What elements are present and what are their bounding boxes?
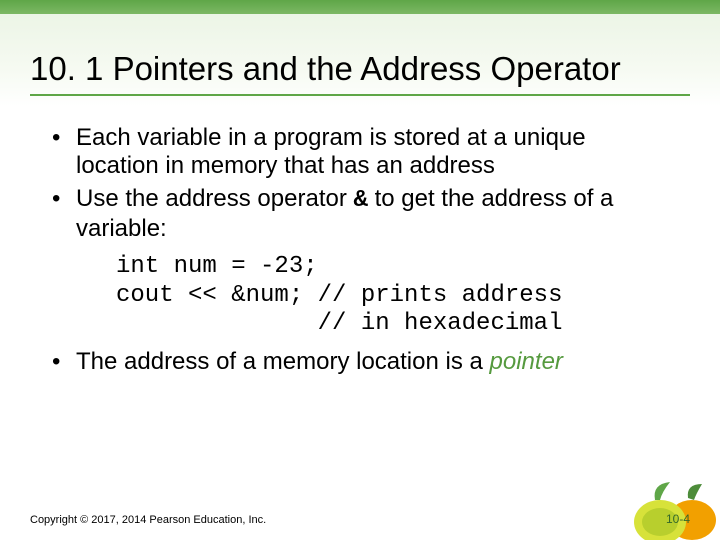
footer: Copyright © 2017, 2014 Pearson Education… bbox=[30, 512, 690, 526]
bullet-item: The address of a memory location is a po… bbox=[46, 348, 674, 376]
bullet-item: Each variable in a program is stored at … bbox=[46, 124, 674, 181]
title-area: 10. 1 Pointers and the Address Operator bbox=[0, 14, 720, 106]
code-block: int num = -23; cout << &num; // prints a… bbox=[116, 253, 674, 338]
copyright-text: Copyright © 2017, 2014 Pearson Education… bbox=[30, 514, 266, 526]
keyword-pointer: pointer bbox=[490, 348, 563, 375]
decorative-fruit-icon bbox=[600, 470, 720, 540]
bullet-list: Each variable in a program is stored at … bbox=[46, 124, 674, 243]
slide-title: 10. 1 Pointers and the Address Operator bbox=[30, 50, 690, 96]
bullet-text: Use the address operator bbox=[76, 185, 354, 212]
bullet-text: The address of a memory location is a bbox=[76, 348, 490, 375]
bullet-item: Use the address operator & to get the ad… bbox=[46, 185, 674, 244]
bullet-text: Each variable in a program is stored at … bbox=[76, 124, 586, 179]
bullet-list: The address of a memory location is a po… bbox=[46, 348, 674, 376]
page-number: 10-4 bbox=[666, 512, 690, 526]
content-area: Each variable in a program is stored at … bbox=[0, 106, 720, 377]
code-inline-amp: & bbox=[354, 187, 368, 214]
top-accent-bar bbox=[0, 0, 720, 14]
